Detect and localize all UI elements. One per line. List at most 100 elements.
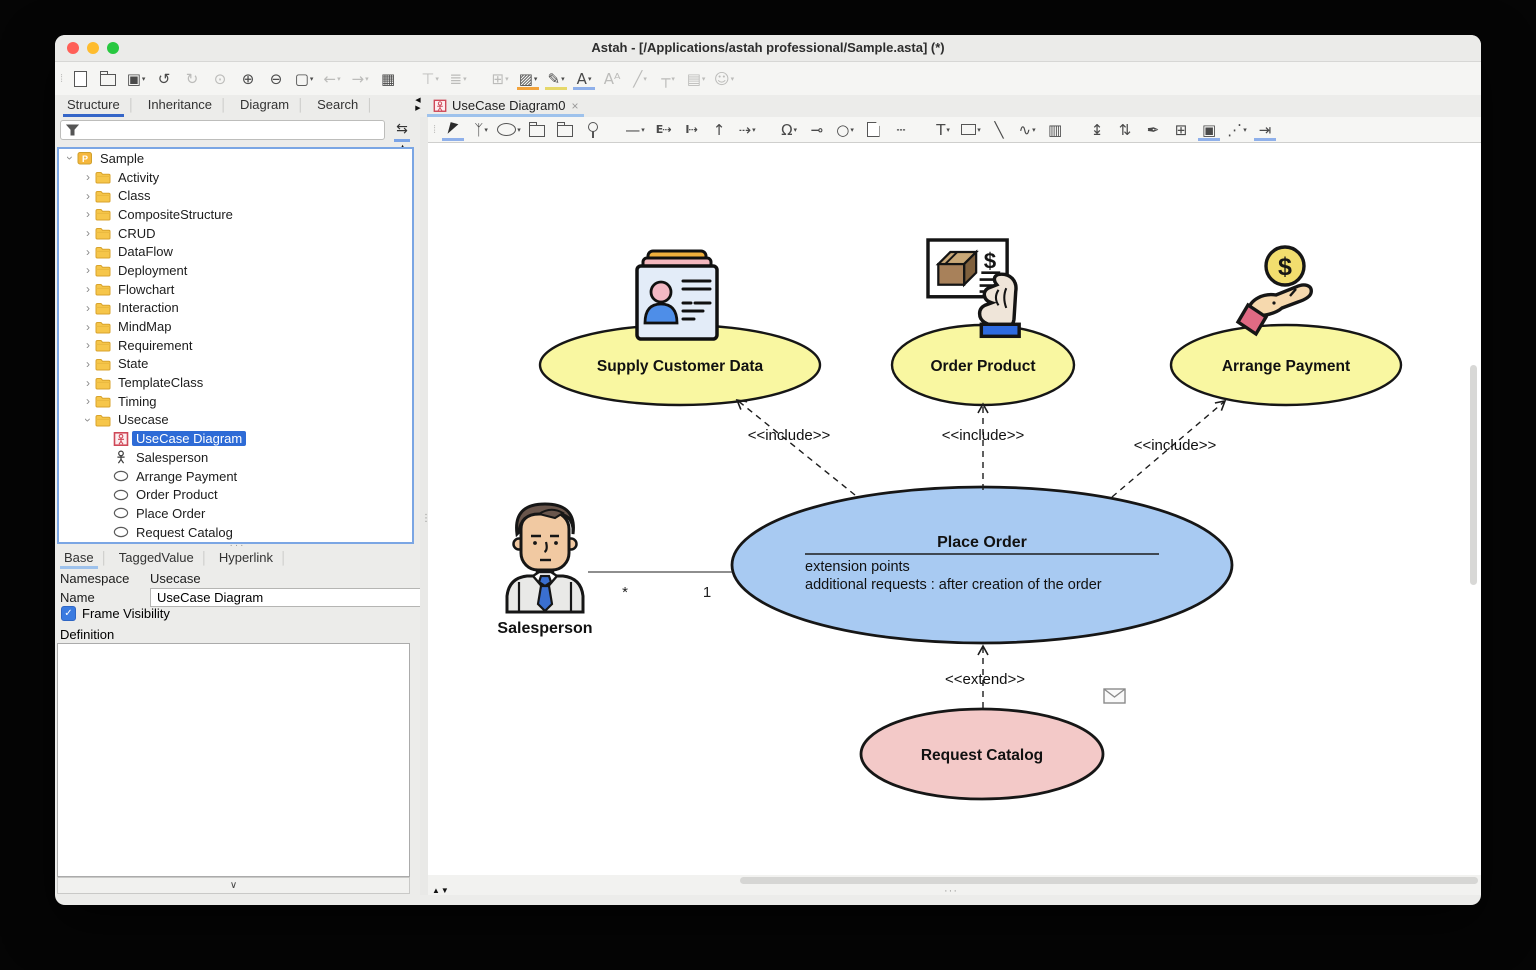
- left-panel-tab[interactable]: Diagram: [232, 95, 297, 116]
- pin-tool[interactable]: [579, 119, 607, 141]
- dropdown-caret-icon[interactable]: ▾: [752, 126, 756, 134]
- tree-item[interactable]: › P TemplateClass: [59, 373, 412, 392]
- save-button[interactable]: ▣ ▾: [122, 68, 150, 90]
- envelope-icon[interactable]: [1104, 689, 1125, 703]
- tree-item[interactable]: › P Arrange Payment: [59, 467, 412, 486]
- tab-scroll-arrows[interactable]: ◀ ▶: [413, 97, 423, 113]
- dropdown-caret-icon[interactable]: ▾: [561, 75, 565, 83]
- id-card-icon[interactable]: [637, 251, 717, 339]
- dropdown-caret-icon[interactable]: ▾: [702, 75, 706, 83]
- new-file-button[interactable]: [66, 68, 94, 90]
- tree-item[interactable]: › P Class: [59, 186, 412, 205]
- tree-expander-icon[interactable]: ›: [81, 170, 95, 184]
- tree-expander-icon[interactable]: ›: [81, 207, 95, 221]
- dropdown-caret-icon[interactable]: ▾: [588, 75, 592, 83]
- tree-expander-icon[interactable]: ›: [81, 338, 95, 352]
- left-panel-tab[interactable]: Structure: [59, 95, 128, 116]
- curve-tool[interactable]: ∿ ▾: [1013, 119, 1041, 141]
- association-tool[interactable]: — ▾: [621, 119, 649, 141]
- constraint-tool[interactable]: ┄: [887, 119, 915, 141]
- salesperson-actor-icon[interactable]: [507, 504, 583, 612]
- lollipop-tool[interactable]: ⊸: [803, 119, 831, 141]
- connector-shape-tool[interactable]: ⋰ ▾: [1223, 119, 1251, 141]
- dropdown-caret-icon[interactable]: ▾: [505, 75, 509, 83]
- tree-item[interactable]: › P Requirement: [59, 336, 412, 355]
- statusbar-dots[interactable]: ···: [944, 885, 958, 897]
- usecase-arrange-payment[interactable]: Arrange Payment: [1171, 325, 1401, 405]
- fit-view-button[interactable]: ▢ ▾: [290, 68, 318, 90]
- dropdown-caret-icon[interactable]: ▾: [435, 75, 439, 83]
- package-tool[interactable]: [523, 119, 551, 141]
- diagram-tab[interactable]: UseCase Diagram0 ×: [427, 95, 584, 116]
- tree-item[interactable]: › P Place Order: [59, 504, 412, 523]
- tree-expander-icon[interactable]: ›: [81, 245, 95, 259]
- zoom-tool-button[interactable]: ⊙: [206, 68, 234, 90]
- forward-button[interactable]: → ▾: [346, 68, 374, 90]
- tree-item[interactable]: › P Usecase: [59, 411, 412, 430]
- diagram-canvas[interactable]: Supply Customer Data Order Product Arran…: [428, 143, 1481, 875]
- include-relation-arrange[interactable]: <<include>>: [1112, 401, 1225, 497]
- dropdown-caret-icon[interactable]: ▾: [534, 75, 538, 83]
- emoticon-button[interactable]: ☺ ▾: [710, 68, 738, 90]
- tree-item[interactable]: › P UseCase Diagram: [59, 429, 412, 448]
- extend-relation-request-catalog[interactable]: <<extend>>: [945, 646, 1025, 708]
- tree-item[interactable]: › P MindMap: [59, 317, 412, 336]
- open-button[interactable]: [94, 68, 122, 90]
- tree-item[interactable]: › P Activity: [59, 168, 412, 187]
- tree-item[interactable]: › P CRUD: [59, 224, 412, 243]
- sort-toggle-button[interactable]: ⇆: [392, 120, 412, 140]
- tree-expander-icon[interactable]: ›: [81, 394, 95, 408]
- tree-expander-icon[interactable]: ›: [81, 263, 95, 277]
- dropdown-caret-icon[interactable]: ▾: [365, 75, 369, 83]
- tree-expander-icon[interactable]: ›: [63, 151, 77, 165]
- dependency-tool[interactable]: ⇢ ▾: [733, 119, 761, 141]
- include-tool[interactable]: I⇢: [677, 119, 705, 141]
- dropdown-caret-icon[interactable]: ▾: [643, 75, 647, 83]
- font-size-button[interactable]: Aᴬ: [598, 68, 626, 90]
- panel-collapse-button[interactable]: ∨: [57, 877, 410, 894]
- map-view-button[interactable]: ▦: [374, 68, 402, 90]
- filter-input[interactable]: [60, 120, 385, 140]
- text-tool[interactable]: T ▾: [929, 119, 957, 141]
- note-tool[interactable]: [859, 119, 887, 141]
- omega-shape-tool[interactable]: Ω ▾: [775, 119, 803, 141]
- line-color-button[interactable]: ✎ ▾: [542, 68, 570, 90]
- tree-item[interactable]: › P Salesperson: [59, 448, 412, 467]
- dropdown-caret-icon[interactable]: ▾: [484, 126, 488, 134]
- distribute-tool[interactable]: ⇅: [1111, 119, 1139, 141]
- dropdown-caret-icon[interactable]: ▾: [337, 75, 341, 83]
- order-invoice-hand-icon[interactable]: $: [928, 240, 1019, 336]
- actor-tool[interactable]: ᛉ ▾: [467, 119, 495, 141]
- select-tool[interactable]: [439, 119, 467, 141]
- tree-item[interactable]: › P CompositeStructure: [59, 205, 412, 224]
- tree-expander-icon[interactable]: ›: [81, 320, 95, 334]
- tree-item[interactable]: › P Sample: [59, 149, 412, 168]
- tree-item[interactable]: › P State: [59, 355, 412, 374]
- pushpin-tool[interactable]: ✒: [1139, 119, 1167, 141]
- dropdown-caret-icon[interactable]: ▾: [977, 126, 981, 134]
- tree-expander-icon[interactable]: ›: [81, 189, 95, 203]
- model-tree[interactable]: › P Sample › P: [57, 147, 414, 544]
- dropdown-caret-icon[interactable]: ▾: [731, 75, 735, 83]
- tab-scroll-right-icon[interactable]: ▶: [415, 105, 420, 112]
- back-button[interactable]: ← ▾: [318, 68, 346, 90]
- zoom-in-button[interactable]: ⊕: [234, 68, 262, 90]
- tree-expander-icon[interactable]: ›: [81, 357, 95, 371]
- usecase-place-order[interactable]: Place Order extension points additional …: [732, 487, 1232, 643]
- tree-item[interactable]: › P DataFlow: [59, 242, 412, 261]
- tree-item[interactable]: › P Flowchart: [59, 280, 412, 299]
- tab-scroll-left-icon[interactable]: ◀: [415, 97, 420, 104]
- undo-button[interactable]: ↺: [150, 68, 178, 90]
- property-tab[interactable]: Base: [57, 549, 101, 568]
- rect-tool[interactable]: ▾: [957, 119, 985, 141]
- dropdown-caret-icon[interactable]: ▾: [142, 75, 146, 83]
- tree-item[interactable]: › P Request Catalog: [59, 523, 412, 542]
- tree-expander-icon[interactable]: ›: [81, 226, 95, 240]
- zoom-out-button[interactable]: ⊖: [262, 68, 290, 90]
- tree-item[interactable]: › P Interaction: [59, 299, 412, 318]
- dropdown-caret-icon[interactable]: ▾: [310, 75, 314, 83]
- scroll-updown-icons[interactable]: ▲▼: [432, 886, 450, 895]
- include-relation-order[interactable]: <<include>>: [942, 404, 1025, 490]
- tree-item[interactable]: › P Timing: [59, 392, 412, 411]
- tree-expander-icon[interactable]: ›: [81, 376, 95, 390]
